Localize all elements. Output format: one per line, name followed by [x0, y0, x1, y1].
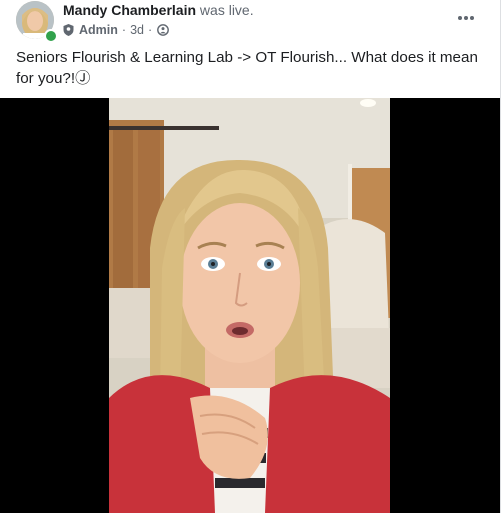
feed-post: Mandy Chamberlain was live. Admin · 3d · [0, 0, 501, 513]
more-options-button[interactable] [452, 6, 480, 30]
author-line: Mandy Chamberlain was live. [63, 2, 254, 18]
group-audience-icon[interactable] [157, 24, 170, 36]
shield-icon [63, 24, 74, 36]
video-frame [0, 98, 500, 513]
live-video-player[interactable] [0, 98, 500, 513]
author-name-link[interactable]: Mandy Chamberlain [63, 2, 196, 18]
meta-separator: · [147, 23, 153, 37]
post-meta: Admin · 3d · [63, 22, 170, 38]
post-header: Mandy Chamberlain was live. Admin · 3d · [0, 0, 500, 44]
meta-separator: · [121, 23, 127, 37]
post-action-text: was live. [199, 2, 254, 18]
online-status-dot [44, 29, 58, 43]
more-options-icon [458, 16, 474, 20]
post-message: Seniors Flourish & Learning Lab -> OT Fl… [16, 49, 478, 87]
post-timestamp[interactable]: 3d [130, 23, 144, 37]
admin-badge[interactable]: Admin [79, 23, 118, 37]
